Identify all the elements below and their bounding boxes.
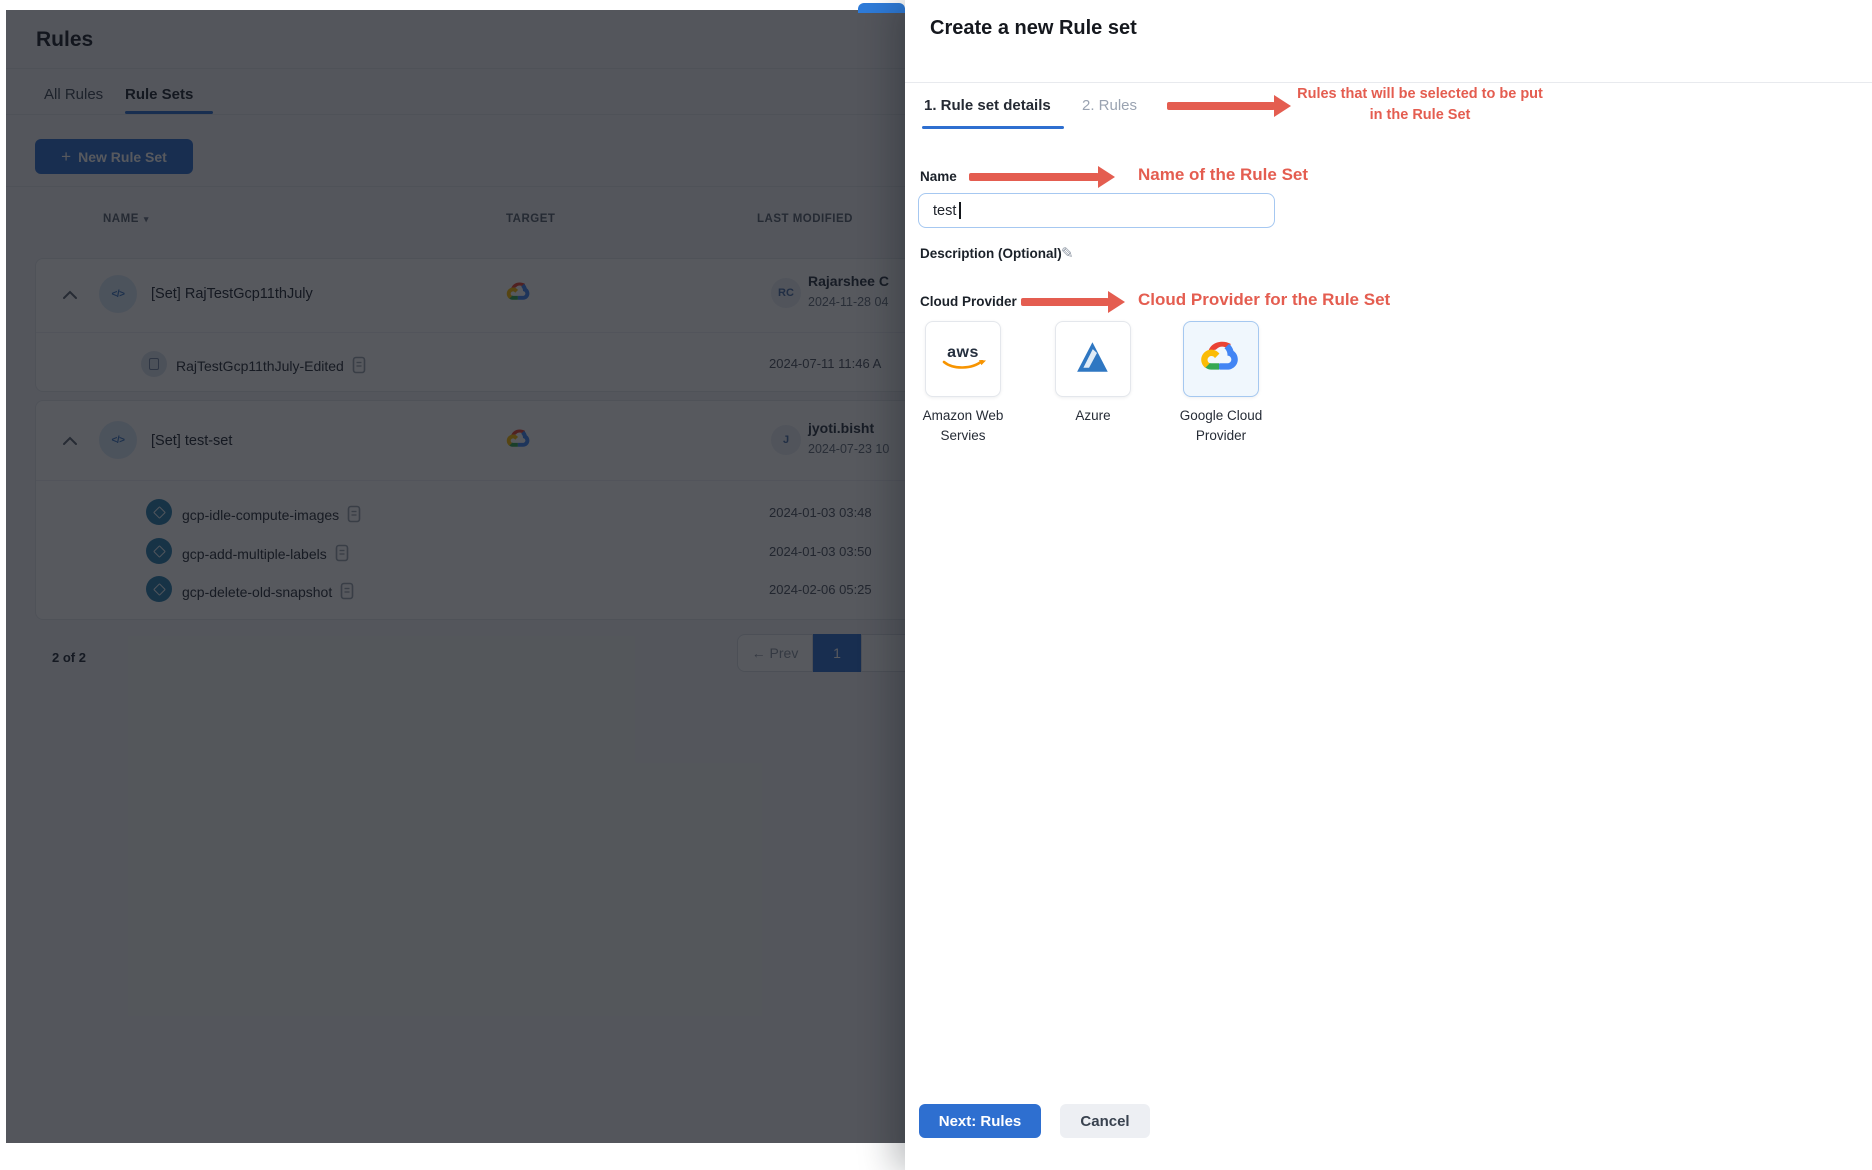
description-label: Description (Optional) [920, 246, 1062, 261]
rule-icon [146, 499, 172, 525]
rule-modified-date: 2024-01-03 03:48 [769, 505, 872, 520]
column-header-name[interactable]: NAME ▾ [103, 213, 149, 225]
rule-row[interactable]: RajTestGcp11thJuly-Edited [176, 356, 366, 377]
divider [36, 480, 905, 481]
rule-icon [146, 538, 172, 564]
active-step-indicator [922, 126, 1064, 129]
avatar: RC [771, 278, 801, 308]
modified-by: jyoti.bisht [808, 420, 875, 436]
rule-row[interactable]: gcp-delete-old-snapshot [182, 582, 354, 603]
rule-set-name-input[interactable] [918, 193, 1275, 228]
rule-row[interactable]: gcp-idle-compute-images [182, 505, 361, 526]
rule-icon [146, 576, 172, 602]
pencil-icon[interactable]: ✎ [1061, 244, 1074, 262]
new-rule-set-button[interactable]: + New Rule Set [35, 139, 193, 174]
annotation-rules-note: Rules that will be selected to be put in… [1297, 86, 1543, 123]
chevron-up-icon[interactable] [62, 290, 78, 300]
create-rule-set-drawer: Create a new Rule set 1. Rule set detail… [905, 0, 1872, 1170]
column-header-last-modified: LAST MODIFIED [757, 213, 853, 225]
pagination-summary: 2 of 2 [52, 650, 86, 665]
column-header-target: TARGET [506, 213, 556, 225]
pagination-next-partial[interactable] [861, 634, 905, 672]
ruleset-group-row[interactable]: </> [Set] RajTestGcp11thJuly RC Rajarshe… [35, 258, 905, 392]
rule-modified-date: 2024-02-06 05:25 [769, 582, 872, 597]
divider [6, 186, 905, 187]
active-tab-indicator [125, 111, 213, 114]
provider-card-azure[interactable] [1055, 321, 1131, 397]
divider [36, 332, 905, 333]
rule-modified-date: 2024-07-11 11:46 A [769, 356, 882, 371]
modified-by: Rajarshee C [808, 273, 889, 289]
rule-modified-date: 2024-01-03 03:50 [769, 544, 872, 559]
copy-icon[interactable] [340, 582, 354, 603]
ruleset-icon: </> [99, 275, 137, 313]
annotation-arrow-icon [969, 166, 1115, 188]
new-rule-set-label: New Rule Set [78, 148, 167, 165]
gcp-target-logo-icon [506, 281, 532, 308]
step-tab-rules[interactable]: 2. Rules [1082, 97, 1137, 114]
text-cursor [959, 202, 961, 219]
provider-label-google-cloud: Google Cloud Provider [1179, 408, 1263, 443]
divider [6, 114, 905, 115]
annotation-arrow-icon [1167, 95, 1291, 117]
divider [905, 82, 1872, 83]
modified-date: 2024-11-28 04 [808, 295, 889, 309]
plus-icon: + [61, 146, 72, 166]
google-cloud-logo-icon [1200, 339, 1242, 380]
ruleset-name: [Set] RajTestGcp11thJuly [151, 286, 313, 302]
next-rules-button[interactable]: Next: Rules [919, 1104, 1041, 1138]
annotation-provider-note: Cloud Provider for the Rule Set [1138, 290, 1391, 309]
chevron-up-icon[interactable] [62, 436, 78, 446]
pagination-page-1[interactable]: 1 [813, 634, 861, 672]
provider-card-aws[interactable]: aws [925, 321, 1001, 397]
step-tab-rule-set-details[interactable]: 1. Rule set details [924, 97, 1051, 114]
copy-icon[interactable] [335, 544, 349, 565]
tab-rule-sets[interactable]: Rule Sets [125, 86, 193, 103]
drawer-title: Create a new Rule set [930, 17, 1137, 39]
azure-logo-icon [1072, 340, 1114, 379]
rules-page-background: Rules All Rules Rule Sets + New Rule Set… [6, 10, 905, 1143]
page-title: Rules [36, 28, 94, 51]
cancel-button[interactable]: Cancel [1060, 1104, 1150, 1138]
partial-button-top [858, 3, 905, 13]
rule-icon [141, 351, 167, 377]
ruleset-name: [Set] test-set [151, 433, 233, 449]
sort-caret-icon: ▾ [143, 214, 149, 224]
copy-icon[interactable] [347, 505, 361, 526]
ruleset-icon: </> [99, 421, 137, 459]
pagination-prev-button[interactable]: ← Prev [737, 634, 813, 672]
name-label: Name [920, 169, 957, 184]
annotation-name-note: Name of the Rule Set [1138, 165, 1309, 184]
avatar: J [771, 425, 801, 455]
rule-row[interactable]: gcp-add-multiple-labels [182, 544, 349, 565]
cloud-provider-label: Cloud Provider [920, 294, 1017, 309]
copy-icon[interactable] [352, 356, 366, 377]
annotation-arrow-icon [1021, 291, 1125, 313]
ruleset-group-row[interactable]: </> [Set] test-set J jyoti.bisht 2024-07… [35, 400, 905, 620]
divider [6, 68, 905, 69]
app-screen: Rules All Rules Rule Sets + New Rule Set… [0, 0, 1872, 1170]
tab-all-rules[interactable]: All Rules [44, 86, 103, 103]
provider-card-google-cloud[interactable] [1183, 321, 1259, 397]
gcp-target-logo-icon [506, 428, 532, 455]
provider-label-aws: Amazon Web Servies [922, 408, 1004, 443]
aws-logo-icon: aws [940, 345, 986, 372]
modified-date: 2024-07-23 10 [808, 442, 890, 456]
provider-label-azure: Azure [1075, 408, 1111, 423]
